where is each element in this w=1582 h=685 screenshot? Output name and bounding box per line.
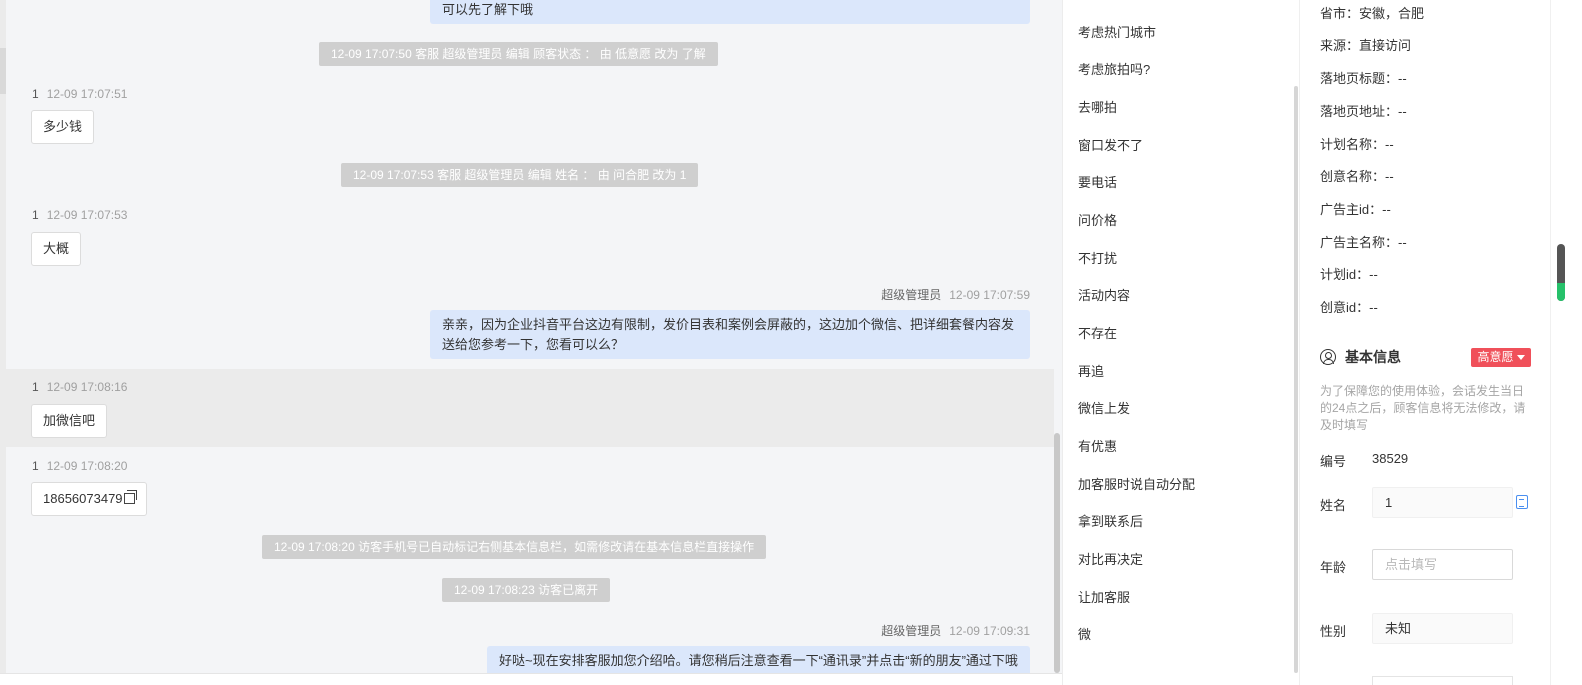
system-message: 12-09 17:08:20 访客手机号已自动标记右侧基本信息栏，如需修改请在基… bbox=[262, 535, 767, 559]
name-field[interactable]: 1 bbox=[1372, 487, 1513, 518]
quick-reply-item[interactable]: 要电话 bbox=[1078, 172, 1117, 191]
id-value: 38529 bbox=[1372, 451, 1409, 466]
user-icon bbox=[1320, 349, 1336, 365]
agent-message-bubble: 可以先了解下哦 bbox=[430, 0, 1030, 24]
chat-panel[interactable]: 可以先了解下哦 12-09 17:07:50 客服 超级管理员 编辑 顾客状态 … bbox=[0, 0, 1062, 685]
quick-reply-item[interactable]: 微 bbox=[1078, 624, 1091, 643]
message-time: 12-09 17:08:20 bbox=[46, 459, 128, 473]
visitor-name: 1 bbox=[32, 87, 39, 101]
gender-select[interactable]: 未知 bbox=[1372, 613, 1513, 644]
visitor-message-meta: 1 12-09 17:08:20 bbox=[32, 459, 127, 473]
visitor-message-meta: 1 12-09 17:07:51 bbox=[32, 87, 127, 101]
next-field-box[interactable] bbox=[1372, 676, 1513, 685]
agent-message-bubble: 亲亲，因为企业抖音平台这边有限制，发价目表和案例会屏蔽的，这边加个微信、把详细套… bbox=[430, 310, 1030, 359]
quick-reply-item[interactable]: 活动内容 bbox=[1078, 285, 1130, 304]
system-message: 12-09 17:07:50 客服 超级管理员 编辑 顾客状态 ： 由 低意愿 … bbox=[319, 42, 718, 66]
agent-message-meta: 超级管理员 12-09 17:09:31 bbox=[881, 622, 1030, 639]
system-message: 12-09 17:07:53 客服 超级管理员 编辑 姓名 ： 由 问合肥 改为… bbox=[341, 163, 699, 187]
quick-reply-item[interactable]: 问价格 bbox=[1078, 210, 1117, 229]
quick-reply-item[interactable]: 考虑旅拍吗? bbox=[1078, 59, 1150, 78]
visitor-message-bubble: 大概 bbox=[31, 232, 82, 266]
chat-left-edge bbox=[0, 0, 6, 685]
highlighted-message-row bbox=[6, 369, 1054, 447]
visitor-message-meta: 1 12-09 17:08:16 bbox=[32, 380, 127, 394]
message-time: 12-09 17:09:31 bbox=[949, 624, 1030, 638]
quick-reply-item[interactable]: 考虑热门城市 bbox=[1078, 22, 1156, 41]
copy-icon[interactable] bbox=[123, 490, 137, 504]
quick-reply-list: 考虑热门城市 考虑旅拍吗? 去哪拍 窗口发不了 要电话 问价格 不打扰 活动内容… bbox=[1062, 0, 1299, 685]
message-text: 可以先了解下哦 bbox=[442, 2, 534, 17]
phone-number-text: 18656073479 bbox=[43, 491, 123, 506]
quick-reply-item[interactable]: 有优惠 bbox=[1078, 436, 1117, 455]
copy-document-icon[interactable] bbox=[1516, 495, 1528, 509]
info-province-city: 省市：安徽，合肥 bbox=[1320, 6, 1425, 21]
quick-reply-item[interactable]: 不打扰 bbox=[1078, 248, 1117, 267]
agent-message-meta: 超级管理员 12-09 17:07:59 bbox=[881, 286, 1030, 303]
panel-resize-handle[interactable] bbox=[0, 48, 6, 94]
quick-reply-item[interactable]: 去哪拍 bbox=[1078, 97, 1117, 116]
visitor-name: 1 bbox=[32, 380, 39, 394]
visitor-message-bubble: 多少钱 bbox=[31, 110, 95, 144]
message-time: 12-09 17:07:53 bbox=[46, 208, 128, 222]
info-plan-id: 计划id：-- bbox=[1320, 267, 1378, 282]
info-source: 来源：直接访问 bbox=[1320, 38, 1412, 53]
visitor-name: 1 bbox=[32, 208, 39, 222]
quick-reply-item[interactable]: 对比再决定 bbox=[1078, 549, 1143, 568]
message-time: 12-09 17:08:16 bbox=[46, 380, 128, 394]
intent-badge-label: 高意愿 bbox=[1477, 350, 1514, 364]
visitor-name: 1 bbox=[32, 459, 39, 473]
quick-reply-item[interactable]: 拿到联系后 bbox=[1078, 511, 1143, 530]
name-label: 姓名 bbox=[1320, 498, 1347, 513]
quick-reply-item[interactable]: 再追 bbox=[1078, 361, 1104, 380]
section-title: 基本信息 bbox=[1345, 349, 1401, 365]
quick-reply-item[interactable]: 不存在 bbox=[1078, 323, 1117, 342]
app-root: 可以先了解下哦 12-09 17:07:50 客服 超级管理员 编辑 顾客状态 … bbox=[0, 0, 1582, 685]
quick-reply-item[interactable]: 让加客服 bbox=[1078, 587, 1130, 606]
caret-down-icon bbox=[1516, 355, 1525, 361]
system-message: 12-09 17:08:23 访客已离开 bbox=[442, 578, 611, 602]
quick-reply-item[interactable]: 微信上发 bbox=[1078, 398, 1130, 417]
agent-message-bubble: 好哒~现在安排客服加您介绍哈。请您稍后注意查看一下“通讯录”并点击“新的朋友”通… bbox=[487, 646, 1030, 676]
quick-reply-item[interactable]: 加客服时说自动分配 bbox=[1078, 474, 1195, 493]
quick-reply-item[interactable]: 窗口发不了 bbox=[1078, 135, 1143, 154]
visitor-message-bubble: 加微信吧 bbox=[31, 404, 108, 438]
info-landing-title: 落地页标题：-- bbox=[1320, 71, 1407, 86]
agent-name: 超级管理员 bbox=[881, 624, 942, 638]
info-advertiser-name: 广告主名称：-- bbox=[1320, 235, 1407, 250]
age-input[interactable]: 点击填写 bbox=[1372, 549, 1513, 580]
info-creative-name: 创意名称：-- bbox=[1320, 169, 1394, 184]
chat-scrollbar[interactable] bbox=[1054, 433, 1060, 673]
visitor-phone-bubble: 18656073479 bbox=[31, 482, 147, 516]
gender-label: 性别 bbox=[1320, 624, 1347, 639]
info-advertiser-id: 广告主id：-- bbox=[1320, 202, 1391, 217]
chat-input-edge[interactable] bbox=[0, 673, 1062, 685]
customer-info-panel: 省市：安徽，合肥 来源：直接访问 落地页标题：-- 落地页地址：-- 计划名称：… bbox=[1299, 0, 1550, 685]
edit-notice: 为了保障您的使用体验，会话发生当日的24点之后，顾客信息将无法修改，请及时填写 bbox=[1320, 384, 1526, 432]
visitor-message-meta: 1 12-09 17:07:53 bbox=[32, 208, 127, 222]
intent-badge[interactable]: 高意愿 bbox=[1471, 348, 1531, 367]
agent-name: 超级管理员 bbox=[881, 288, 942, 302]
quick-reply-scrollbar[interactable] bbox=[1294, 86, 1298, 673]
message-time: 12-09 17:07:51 bbox=[46, 87, 128, 101]
message-time: 12-09 17:07:59 bbox=[949, 288, 1030, 302]
info-landing-url: 落地页地址：-- bbox=[1320, 104, 1407, 119]
page-scrollbar-thumb[interactable] bbox=[1557, 244, 1565, 301]
page-scrollbar-track[interactable] bbox=[1550, 0, 1582, 685]
id-label: 编号 bbox=[1320, 454, 1347, 469]
age-label: 年龄 bbox=[1320, 560, 1347, 575]
info-creative-id: 创意id：-- bbox=[1320, 300, 1378, 315]
basic-info-header: 基本信息 bbox=[1320, 347, 1401, 367]
info-plan-name: 计划名称：-- bbox=[1320, 137, 1394, 152]
